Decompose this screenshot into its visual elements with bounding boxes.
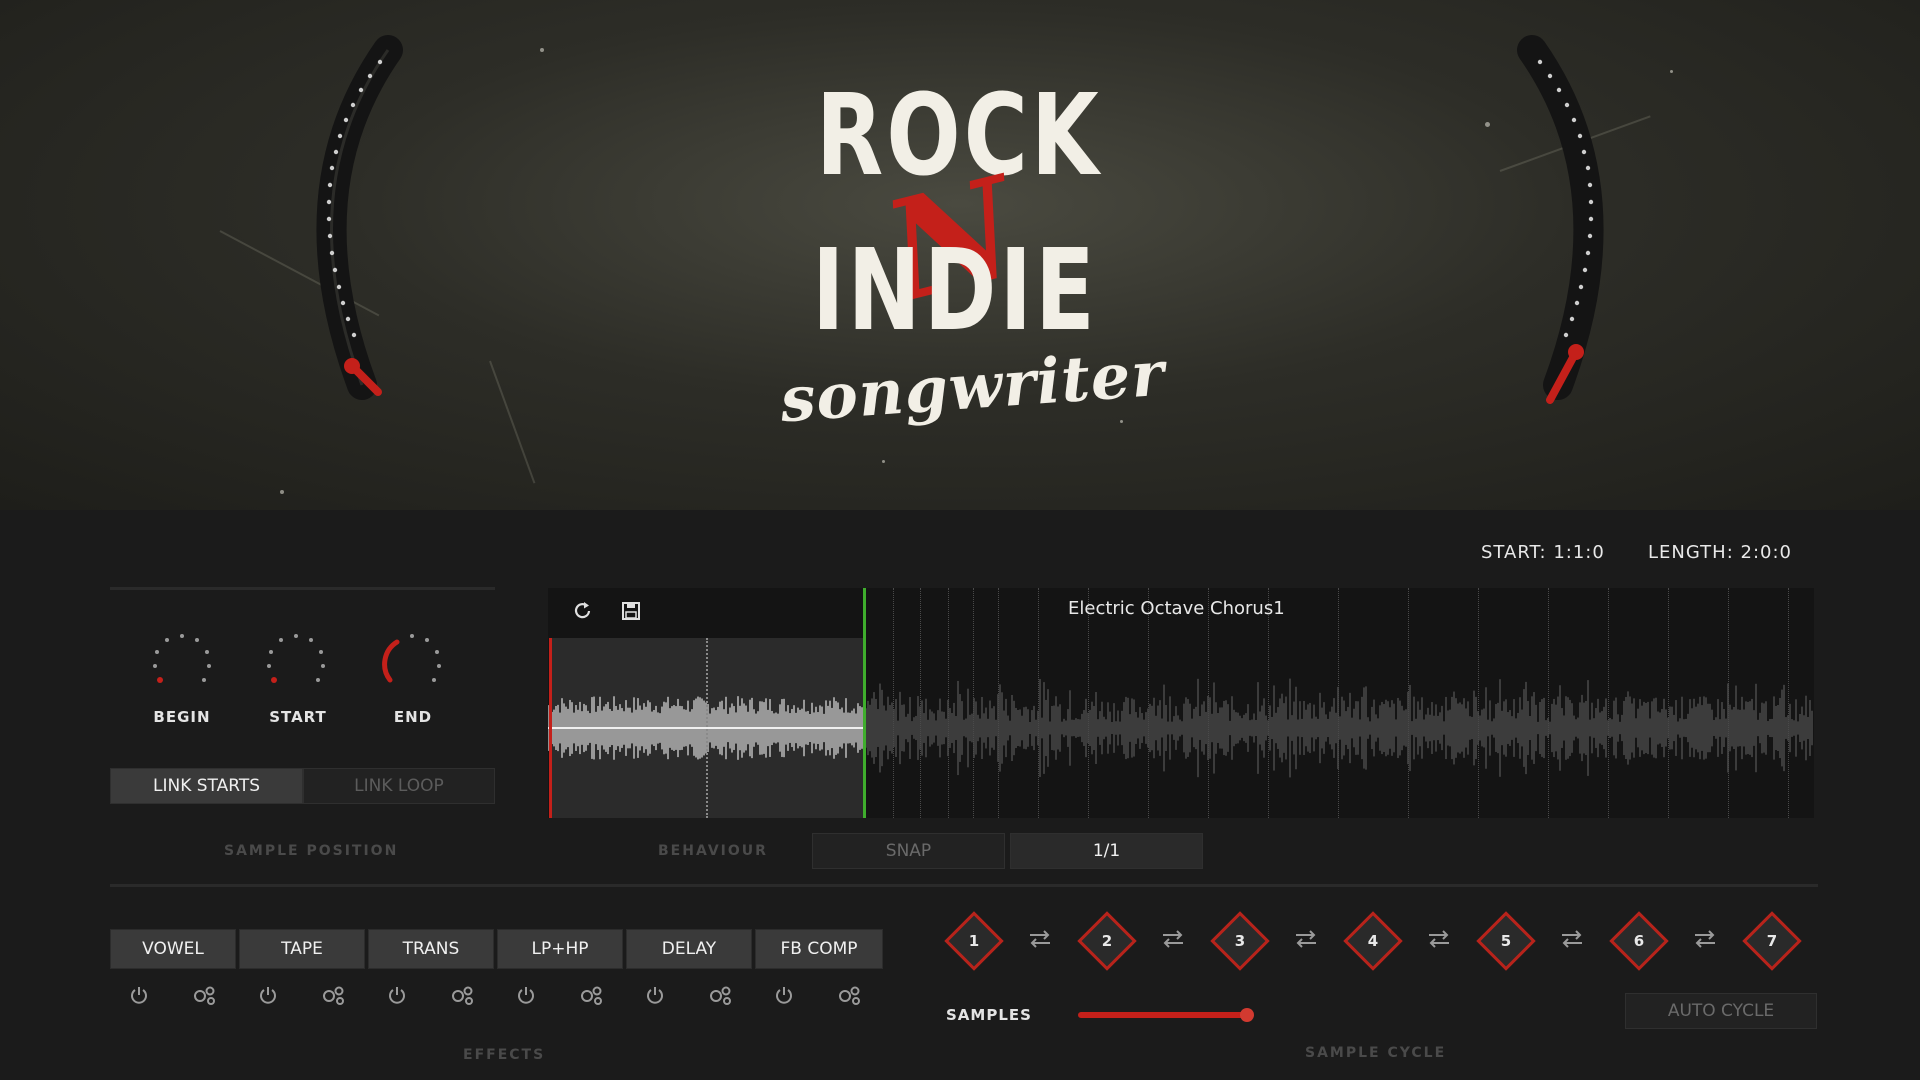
waveform-view[interactable]: Electric Octave Chorus1 [548,588,1814,818]
auto-cycle-button[interactable]: AUTO CYCLE [1625,993,1817,1029]
samples-label: SAMPLES [946,1006,1032,1024]
fx-trans-button[interactable]: TRANS [368,929,494,969]
speck [882,460,885,463]
begin-label: BEGIN [153,708,211,726]
sample-slot-5[interactable]: 5 [1475,910,1537,972]
sample-slot-number: 7 [1766,932,1778,950]
begin-knob[interactable] [147,632,217,692]
settings-icon[interactable] [708,984,734,1010]
power-icon[interactable] [257,984,279,1010]
effects-label: EFFECTS [463,1047,546,1063]
divider [110,884,1818,887]
start-label: START [269,708,327,726]
sample-slot-number: 6 [1633,932,1645,950]
left-arc-dial[interactable] [270,0,430,430]
swap-icon[interactable] [1293,928,1319,954]
sample-slot-7[interactable]: 7 [1741,910,1803,972]
sample-slot-6[interactable]: 6 [1608,910,1670,972]
sample-name: Electric Octave Chorus1 [1068,598,1285,619]
settings-icon[interactable] [192,984,218,1010]
sample-slot-4[interactable]: 4 [1342,910,1404,972]
power-icon[interactable] [773,984,795,1010]
rock-n-indie-logo: ROCK N INDIE songwriter [760,70,1167,450]
save-icon[interactable] [620,600,642,622]
sample-slot-2[interactable]: 2 [1076,910,1138,972]
sample-slot-number: 4 [1367,932,1379,950]
start-knob[interactable] [261,632,331,692]
playhead-marker[interactable] [706,638,708,818]
behaviour-label: BEHAVIOUR [658,843,768,859]
speck [1670,70,1673,73]
fx-tape-button[interactable]: TAPE [239,929,365,969]
settings-icon[interactable] [579,984,605,1010]
sample-slot-number: 5 [1500,932,1512,950]
fx-lphp-button[interactable]: LP+HP [497,929,623,969]
right-arc-dial[interactable] [1490,0,1650,430]
sample-slot-number: 2 [1101,932,1113,950]
power-icon[interactable] [386,984,408,1010]
waveform-graphic [548,678,1813,778]
link-starts-button[interactable]: LINK STARTS [110,768,303,804]
end-knob[interactable] [377,632,447,692]
sample-slot-number: 1 [968,932,980,950]
swap-icon[interactable] [1559,928,1585,954]
slider-handle[interactable] [1240,1008,1254,1022]
link-loop-button[interactable]: LINK LOOP [303,768,495,804]
snap-division-select[interactable]: 1/1 [1010,833,1203,869]
start-readout: START: 1:1:0 [1481,542,1605,563]
speck [280,490,284,494]
start-marker[interactable] [549,638,552,818]
settings-icon[interactable] [837,984,863,1010]
header-banner: ROCK N INDIE songwriter [0,0,1920,510]
swap-icon[interactable] [1426,928,1452,954]
sample-position-label: SAMPLE POSITION [224,843,399,859]
scratch [489,360,536,484]
samples-slider[interactable] [1078,1008,1254,1022]
sample-slot-1[interactable]: 1 [943,910,1005,972]
sample-cycle-label: SAMPLE CYCLE [1305,1045,1447,1061]
power-icon[interactable] [515,984,537,1010]
swap-icon[interactable] [1160,928,1186,954]
end-label: END [393,708,433,726]
power-icon[interactable] [644,984,666,1010]
fx-fbcomp-button[interactable]: FB COMP [755,929,883,969]
sample-slot-3[interactable]: 3 [1209,910,1271,972]
speck [540,48,544,52]
settings-icon[interactable] [450,984,476,1010]
power-icon[interactable] [128,984,150,1010]
sample-slot-number: 3 [1234,932,1246,950]
fx-delay-button[interactable]: DELAY [626,929,752,969]
settings-icon[interactable] [321,984,347,1010]
refresh-icon[interactable] [572,600,594,622]
snap-button[interactable]: SNAP [812,833,1005,869]
fx-vowel-button[interactable]: VOWEL [110,929,236,969]
end-marker[interactable] [863,588,866,818]
divider [110,587,495,590]
logo-indie: INDIE [812,226,1098,356]
swap-icon[interactable] [1027,928,1053,954]
length-readout: LENGTH: 2:0:0 [1648,542,1792,563]
swap-icon[interactable] [1692,928,1718,954]
